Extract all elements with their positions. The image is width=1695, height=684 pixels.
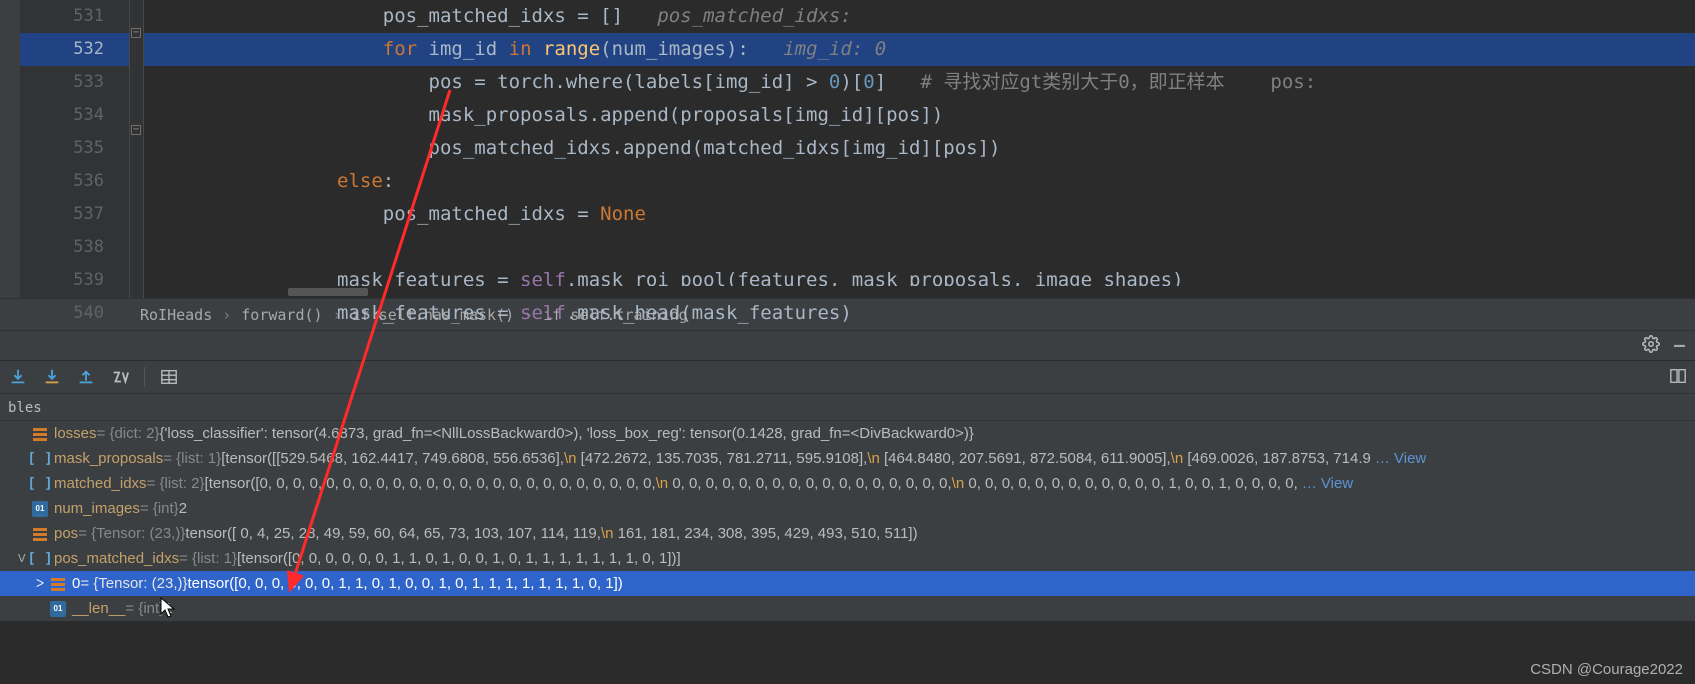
sequence-icon: [ ] (32, 451, 48, 467)
debug-toolbar (0, 361, 1695, 394)
code-line[interactable]: for img_id in range(num_images): img_id:… (144, 33, 1695, 66)
variable-name: pos (54, 525, 78, 542)
int-icon: 01 (50, 601, 66, 617)
variable-value: 2 (179, 500, 187, 517)
variable-value: [tensor([0, 0, 0, 0, 0, 0, 0, 0, 0, 0, 0… (205, 475, 1298, 492)
variable-name: 0 (72, 575, 80, 592)
code-editor[interactable]: 531532533534535536537538539540 − − pos_m… (0, 0, 1695, 298)
list-icon (50, 576, 66, 592)
view-link[interactable]: … View (1375, 450, 1426, 467)
variable-value: 1 (164, 600, 172, 617)
line-number[interactable]: 531 (20, 0, 104, 33)
sequence-icon: [ ] (32, 476, 48, 492)
variable-type: = {list: 1} (179, 550, 237, 567)
step-into-icon[interactable] (8, 367, 28, 387)
variable-row[interactable]: [ ] matched_idxs = {list: 2} [tensor([0, … (0, 471, 1695, 496)
evaluate-expression-icon[interactable] (110, 367, 130, 387)
variable-type: = {list: 1} (163, 450, 221, 467)
variable-type: = {int} (125, 600, 164, 617)
variable-type: = {Tensor: (23,)} (78, 525, 185, 542)
variable-row[interactable]: ᐯ[ ]pos_matched_idxs = {list: 1} [tensor… (0, 546, 1695, 571)
fold-toggle-icon[interactable]: − (131, 28, 141, 38)
list-icon (32, 526, 48, 542)
line-number[interactable]: 538 (20, 231, 104, 264)
line-number[interactable]: 534 (20, 99, 104, 132)
variable-value: {'loss_classifier': tensor(4.6873, grad_… (160, 425, 974, 442)
variable-type: = {dict: 2} (97, 425, 160, 442)
scrollbar-thumb[interactable] (288, 288, 368, 296)
variable-row[interactable]: pos = {Tensor: (23,)} tensor([ 0, 4, 25,… (0, 521, 1695, 546)
code-line[interactable] (144, 231, 1695, 264)
variable-name: matched_idxs (54, 475, 147, 492)
fold-strip[interactable]: − − (130, 0, 144, 298)
variable-value: [tensor([[529.5468, 162.4417, 749.6808, … (221, 450, 1371, 467)
variable-row[interactable]: 01 __len__ = {int} 1 (0, 596, 1695, 621)
variable-name: losses (54, 425, 97, 442)
sequence-icon: [ ] (32, 551, 48, 567)
code-line[interactable]: pos_matched_idxs.append(matched_idxs[img… (144, 132, 1695, 165)
code-line[interactable]: mask_proposals.append(proposals[img_id][… (144, 99, 1695, 132)
variable-row[interactable]: losses = {dict: 2} {'loss_classifier': t… (0, 421, 1695, 446)
code-line[interactable]: pos_matched_idxs = None (144, 198, 1695, 231)
line-number[interactable]: 540 (20, 297, 104, 330)
fold-toggle-icon[interactable]: − (131, 125, 141, 135)
minimize-icon[interactable]: — (1674, 335, 1685, 358)
toolbar-separator (144, 367, 145, 387)
line-number-gutter[interactable]: 531532533534535536537538539540 (20, 0, 130, 298)
code-line[interactable]: mask_features = self.mask_head(mask_feat… (144, 297, 1695, 330)
variable-name: pos_matched_idxs (54, 550, 179, 567)
variable-type: = {Tensor: (23,)} (80, 575, 187, 592)
code-area[interactable]: pos_matched_idxs = [] pos_matched_idxs: … (144, 0, 1695, 298)
variable-row[interactable]: [ ] mask_proposals = {list: 1} [tensor([[… (0, 446, 1695, 471)
list-icon (32, 426, 48, 442)
variable-value: [tensor([0, 0, 0, 0, 0, 0, 1, 1, 0, 1, 0… (237, 550, 681, 567)
step-out-icon[interactable] (76, 367, 96, 387)
horizontal-scrollbar[interactable] (288, 286, 1695, 298)
view-link[interactable]: … View (1302, 475, 1353, 492)
line-number[interactable]: 533 (20, 66, 104, 99)
gear-icon[interactable] (1642, 335, 1660, 358)
line-number[interactable]: 539 (20, 264, 104, 297)
line-number[interactable]: 537 (20, 198, 104, 231)
variables-panel[interactable]: losses = {dict: 2} {'loss_classifier': t… (0, 421, 1695, 621)
code-line[interactable]: pos_matched_idxs = [] pos_matched_idxs: (144, 0, 1695, 33)
variable-row[interactable]: ᐳ 0 = {Tensor: (23,)} tensor([0, 0, 0, 0,… (0, 571, 1695, 596)
variable-name: __len__ (72, 600, 125, 617)
expand-toggle-icon[interactable]: ᐳ (36, 577, 50, 590)
variable-row[interactable]: 01 num_images = {int} 2 (0, 496, 1695, 521)
variable-type: = {int} (140, 500, 179, 517)
variable-name: num_images (54, 500, 140, 517)
debug-tab-row: bles (0, 394, 1695, 421)
variable-type: = {list: 2} (147, 475, 205, 492)
variables-tab[interactable]: bles (0, 396, 50, 420)
int-icon: 01 (32, 501, 48, 517)
table-view-icon[interactable] (159, 367, 179, 387)
line-number[interactable]: 532 (20, 33, 129, 66)
variable-name: mask_proposals (54, 450, 163, 467)
code-line[interactable]: pos = torch.where(labels[img_id] > 0)[0]… (144, 66, 1695, 99)
watermark: CSDN @Courage2022 (1530, 661, 1683, 678)
variable-value: tensor([ 0, 4, 25, 28, 49, 59, 60, 64, 6… (185, 525, 917, 542)
variable-value: tensor([0, 0, 0, 0, 0, 0, 1, 1, 0, 1, 0,… (188, 575, 623, 592)
layout-icon[interactable] (1669, 367, 1687, 390)
line-number[interactable]: 536 (20, 165, 104, 198)
code-line[interactable]: else: (144, 165, 1695, 198)
debug-panel-header[interactable]: — (0, 331, 1695, 361)
line-number[interactable]: 535 (20, 132, 104, 165)
step-into-my-icon[interactable] (42, 367, 62, 387)
project-tool-strip[interactable] (0, 0, 20, 298)
